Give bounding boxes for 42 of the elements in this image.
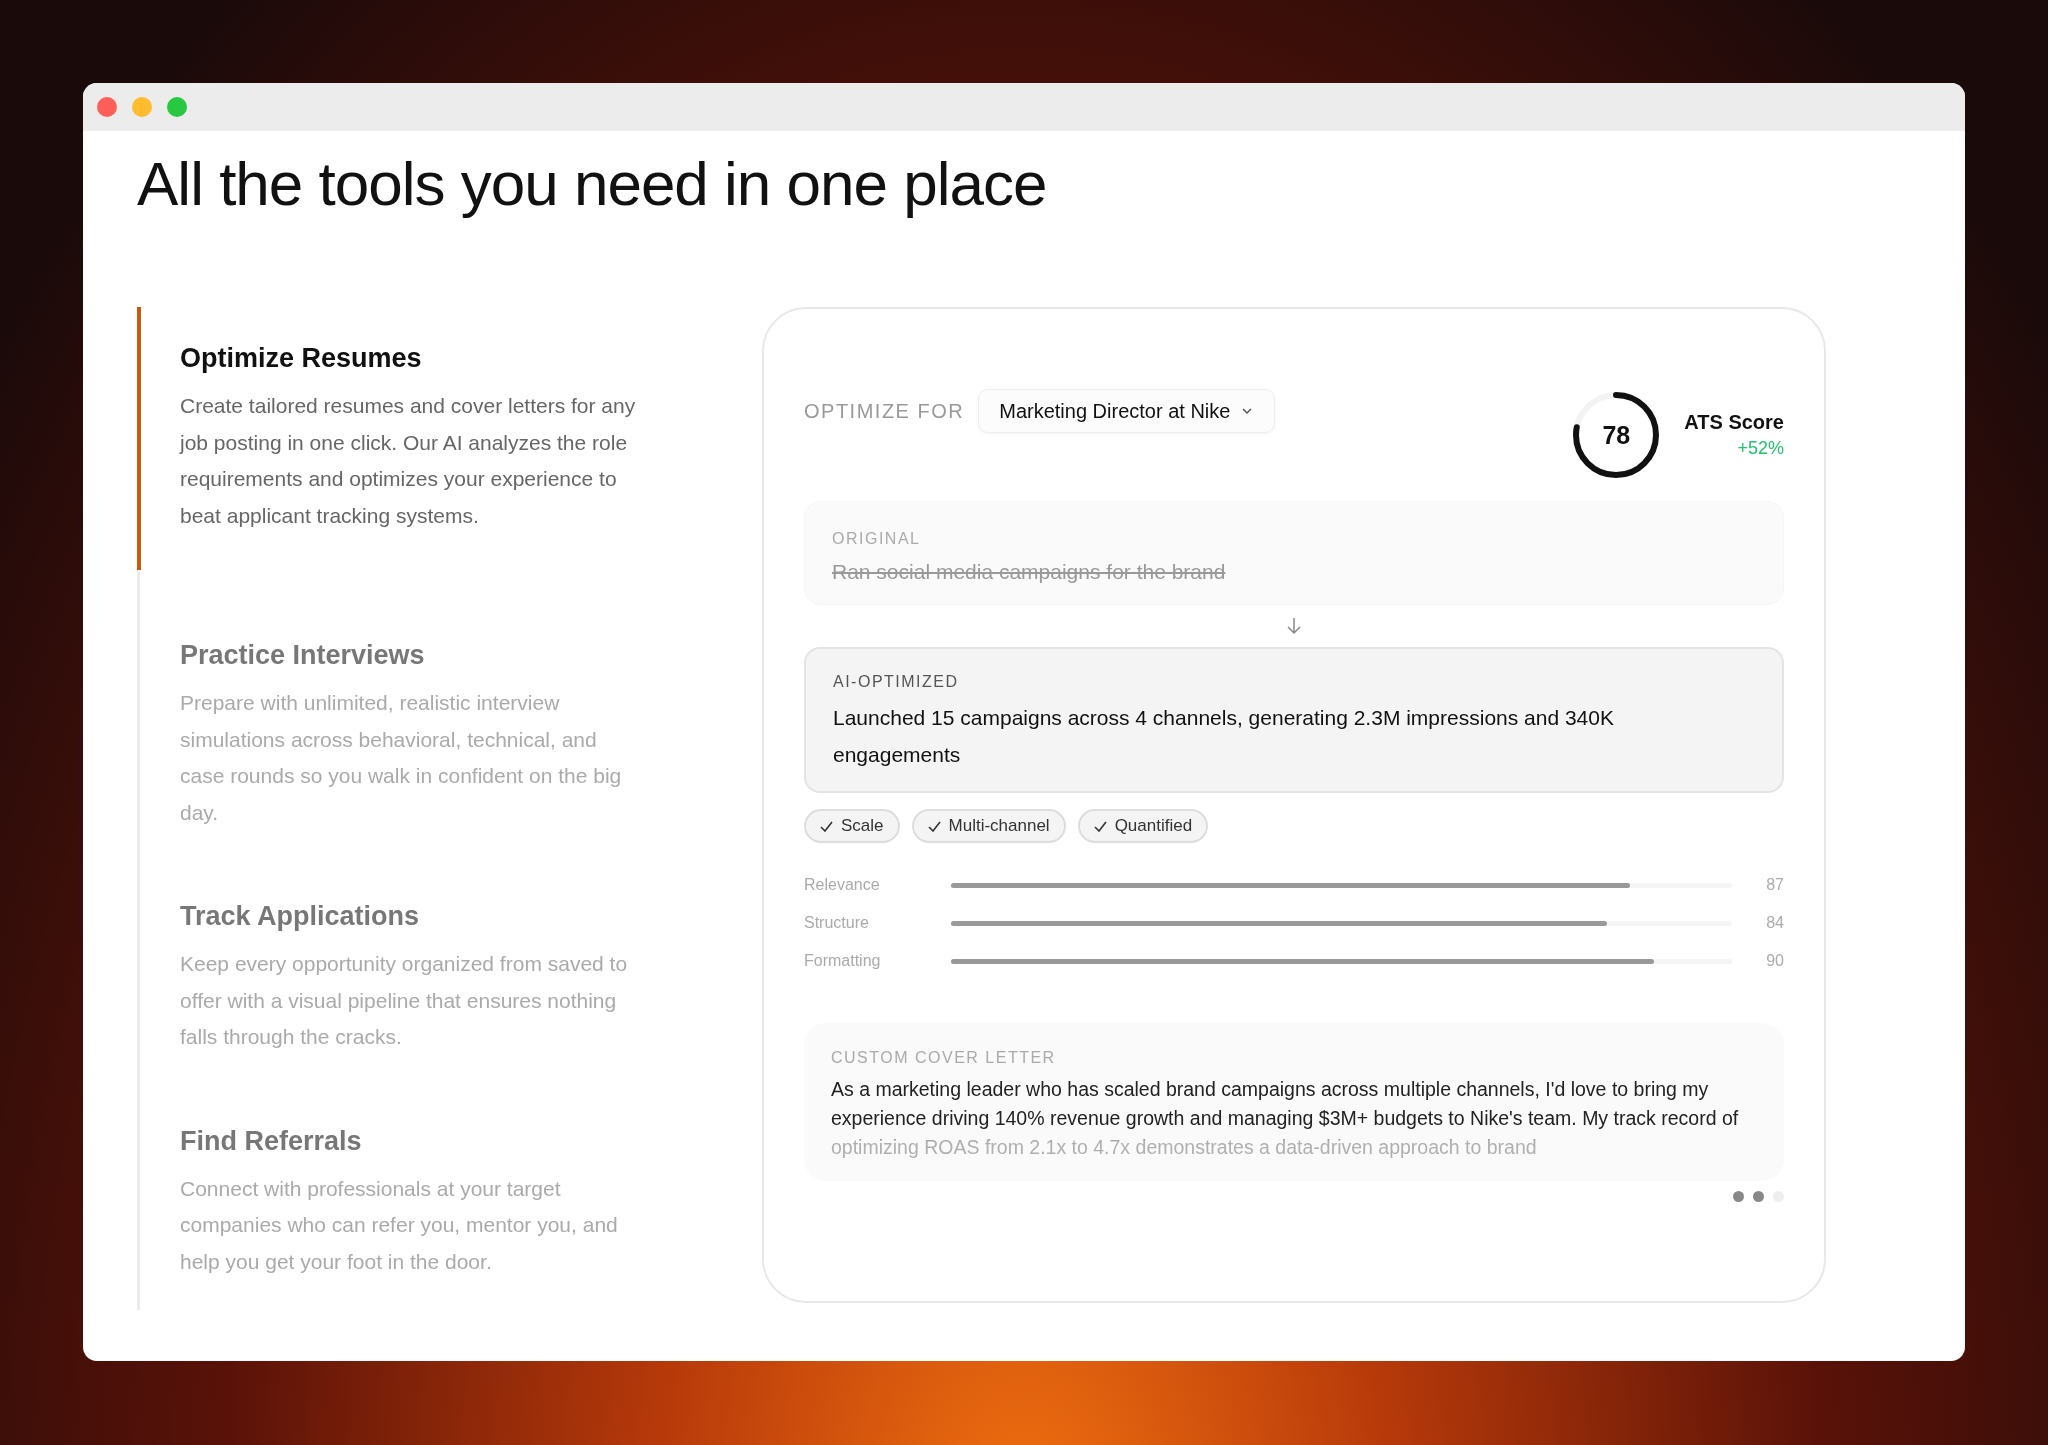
feature-item[interactable]: Optimize Resumes Create tailored resumes and cover letters for any job posting in one click. Our AI analyzes the role requirements and optimizes your experience to beat applicant tracking systems. [137, 307, 670, 570]
feature-description: Connect with professionals at your target companies who can refer you, mentor you, and help you get your foot in the door. [180, 1175, 619, 1275]
tag-label: Quantified [1114, 816, 1193, 836]
tag-label: Multi-channel [948, 816, 1050, 836]
cover-letter-text: As a marketing leader who has scaled brand campaigns across multiple channels, I'd love to bring my experience driving 140% revenue growth and managing $3M+ budgets to Nike's team. My track record of optimizing ROAS from 2.1x to 4.7x demonstrates a data-driven approach to brand [831, 1077, 1740, 1160]
check-icon [1093, 820, 1107, 832]
feature-title: Find Referrals [180, 1125, 363, 1157]
maximize-button[interactable] [167, 97, 187, 117]
feature-title: Optimize Resumes [180, 343, 423, 374]
feature-description: Create tailored resumes and cover letters for any job posting in one click. Our AI analyzes the role requirements and optimizes your experience to beat applicant tracking systems. [180, 393, 637, 529]
metric-name: Relevance [804, 876, 881, 894]
original-text: Ran social media campaigns for the brand [832, 560, 1227, 584]
feature-title: Practice Interviews [180, 640, 426, 671]
check-icon [820, 820, 833, 832]
metric-name: Formatting [804, 952, 882, 970]
metric-value: 90 [1765, 952, 1784, 970]
feature-description: Prepare with unlimited, realistic interview simulations across behavioral, technical, and case rounds so you walk in confident on the big day. [180, 690, 623, 826]
metric-value: 84 [1765, 914, 1784, 932]
feature-item[interactable]: Track Applications Keep every opportunity organized from saved to offer with a visual pipeline that ensures nothing falls through the cracks. [137, 865, 670, 1056]
optimized-text: Launched 15 campaigns across 4 channels, generating 2.3M impressions and 340K engagements [833, 705, 1615, 768]
panel-label: ORIGINAL [832, 530, 922, 548]
job-dropdown[interactable]: Marketing Director at Nike [978, 389, 1276, 433]
feature-description: Keep every opportunity organized from saved to offer with a visual pipeline that ensures nothing falls through the cracks. [180, 951, 629, 1050]
carousel-dot[interactable] [1753, 1191, 1764, 1202]
optimize-label: OPTIMIZE FOR [804, 399, 965, 423]
metric-value: 87 [1765, 876, 1784, 894]
feature-item[interactable]: Practice Interviews Prepare with unlimited, realistic interview simulations across behavioral, technical, and case rounds so you walk in confident on the big day. [137, 604, 670, 831]
ats-change: +52% [1737, 438, 1784, 459]
carousel-dot[interactable] [1733, 1191, 1744, 1202]
panel-label: AI-OPTIMIZED [833, 673, 960, 691]
minimize-button[interactable] [132, 97, 152, 117]
arrow-down-icon [1286, 617, 1302, 635]
ats-label: ATS Score [1684, 411, 1784, 434]
tag-label: Scale [841, 816, 884, 836]
metric-name: Structure [804, 914, 870, 932]
feature-item[interactable]: Find Referrals Connect with professionals at your target companies who can refer you, mentor you, and help you get your foot in the door. [137, 1089, 670, 1280]
panel-label: CUSTOM COVER LETTER [831, 1049, 1057, 1067]
page-heading: All the tools you need in one place [137, 148, 1048, 220]
close-button[interactable] [97, 97, 117, 117]
ats-score: 78 [1602, 420, 1631, 450]
check-icon [927, 820, 941, 832]
feature-title: Track Applications [180, 901, 421, 932]
